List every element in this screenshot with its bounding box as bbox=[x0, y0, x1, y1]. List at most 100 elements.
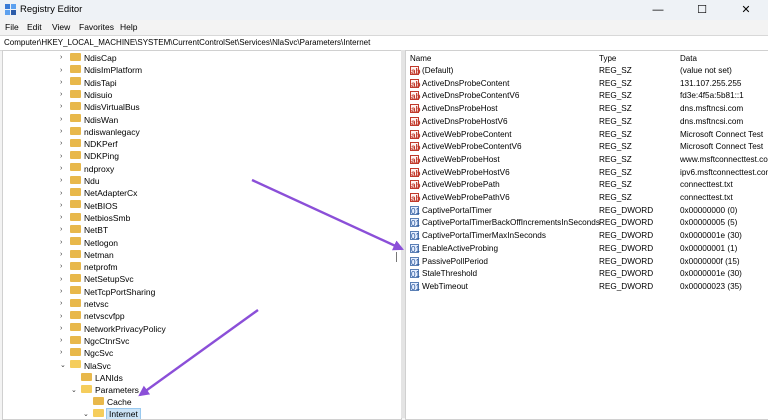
chevron-right-icon[interactable]: › bbox=[60, 288, 69, 295]
column-type[interactable]: Type bbox=[599, 54, 616, 63]
chevron-right-icon[interactable]: › bbox=[60, 116, 69, 123]
maximize-button[interactable]: ☐ bbox=[680, 0, 724, 20]
value-row-default[interactable]: ab (Default) REG_SZ (value not set) bbox=[406, 65, 768, 78]
menu-file[interactable]: File bbox=[5, 22, 19, 32]
value-data: 0x00000005 (5) bbox=[680, 218, 738, 228]
chevron-right-icon[interactable]: › bbox=[60, 128, 69, 135]
value-row-webtimeout[interactable]: 01 WebTimeout REG_DWORD 0x00000023 (35) bbox=[406, 281, 768, 294]
tree-item-ndisuio[interactable]: › Ndisuio bbox=[60, 89, 112, 102]
menu-favorites[interactable]: Favorites bbox=[79, 22, 114, 32]
tree-item-netbios[interactable]: › NetBIOS bbox=[60, 200, 118, 213]
value-row-activednsprobehost[interactable]: ab ActiveDnsProbeHost REG_SZ dns.msftncsi.c… bbox=[406, 103, 768, 116]
chevron-right-icon[interactable]: › bbox=[60, 54, 69, 61]
tree-item-label: Netlogon bbox=[84, 237, 119, 248]
key-tree-pane[interactable]: › NdisCap › NdisImPlatform › NdisTapi › Ndisuio… bbox=[2, 50, 402, 420]
values-list-pane[interactable]: Name Type Data ab (Default) REG_SZ (value n… bbox=[405, 50, 768, 420]
tree-item-netadaptercx[interactable]: › NetAdapterCx bbox=[60, 187, 137, 200]
chevron-right-icon[interactable]: › bbox=[60, 165, 69, 172]
chevron-right-icon[interactable]: › bbox=[60, 313, 69, 320]
tree-item-label: netprofm bbox=[84, 261, 118, 272]
tree-item-ndu[interactable]: › Ndu bbox=[60, 175, 100, 188]
tree-item-netbt[interactable]: › NetBT bbox=[60, 224, 108, 237]
value-row-activednsprobecontent[interactable]: ab ActiveDnsProbeContent REG_SZ 131.107.255… bbox=[406, 78, 768, 91]
tree-item-ndproxy[interactable]: › ndproxy bbox=[60, 163, 114, 176]
folder-icon bbox=[70, 163, 81, 172]
menu-view[interactable]: View bbox=[52, 22, 70, 32]
chevron-right-icon[interactable]: › bbox=[60, 226, 69, 233]
value-row-activednsprobehostv6[interactable]: ab ActiveDnsProbeHostV6 REG_SZ dns.msftncsi… bbox=[406, 116, 768, 129]
tree-item-netlogon[interactable]: › Netlogon bbox=[60, 237, 118, 250]
value-row-activewebprobehost[interactable]: ab ActiveWebProbeHost REG_SZ www.msftconnec… bbox=[406, 154, 768, 167]
tree-item-internet[interactable]: ⌄ Internet bbox=[83, 408, 141, 419]
tree-item-ndiswanlegacy[interactable]: › ndiswanlegacy bbox=[60, 126, 140, 139]
tree-item-label: NetbiosSmb bbox=[84, 212, 131, 223]
address-bar[interactable]: Computer\HKEY_LOCAL_MACHINE\SYSTEM\Curre… bbox=[0, 35, 768, 51]
chevron-right-icon[interactable]: › bbox=[60, 214, 69, 221]
chevron-right-icon[interactable]: › bbox=[60, 263, 69, 270]
chevron-right-icon[interactable]: › bbox=[60, 140, 69, 147]
value-row-activewebprobecontent[interactable]: ab ActiveWebProbeContent REG_SZ Microsoft C… bbox=[406, 129, 768, 142]
value-row-enableactiveprobing[interactable]: 01 EnableActiveProbing REG_DWORD 0x00000001… bbox=[406, 243, 768, 256]
value-row-activednsprobecontentv6[interactable]: ab ActiveDnsProbeContentV6 REG_SZ fd3e:4f5a… bbox=[406, 90, 768, 103]
tree-item-ndkperf[interactable]: › NDKPerf bbox=[60, 138, 118, 151]
tree-item-ngcctnrsvc[interactable]: › NgcCtnrSvc bbox=[60, 335, 129, 348]
value-row-passivepollperiod[interactable]: 01 PassivePollPeriod REG_DWORD 0x0000000f (… bbox=[406, 256, 768, 269]
tree-item-lanids[interactable]: LANIds bbox=[71, 372, 123, 385]
value-row-activewebprobepath[interactable]: ab ActiveWebProbePath REG_SZ connecttest.tx… bbox=[406, 179, 768, 192]
tree-item-ndisvirtualbus[interactable]: › NdisVirtualBus bbox=[60, 101, 140, 114]
chevron-right-icon[interactable]: › bbox=[60, 103, 69, 110]
value-row-captiveportaltimermaxinseconds[interactable]: 01 CaptivePortalTimerMaxInSeconds REG_DWOR… bbox=[406, 230, 768, 243]
value-row-activewebprobepathv6[interactable]: ab ActiveWebProbePathV6 REG_SZ connecttest.… bbox=[406, 192, 768, 205]
chevron-right-icon[interactable]: › bbox=[60, 251, 69, 258]
chevron-right-icon[interactable]: › bbox=[60, 349, 69, 356]
tree-item-ndkping[interactable]: › NDKPing bbox=[60, 150, 119, 163]
chevron-down-icon[interactable]: ⌄ bbox=[83, 410, 92, 418]
chevron-right-icon[interactable]: › bbox=[60, 153, 69, 160]
value-row-activewebprobecontentv6[interactable]: ab ActiveWebProbeContentV6 REG_SZ Microsoft… bbox=[406, 141, 768, 154]
tree-item-netbiossmb[interactable]: › NetbiosSmb bbox=[60, 212, 130, 225]
folder-icon bbox=[70, 323, 81, 332]
menu-help[interactable]: Help bbox=[120, 22, 137, 32]
chevron-down-icon[interactable]: ⌄ bbox=[60, 361, 69, 369]
close-button[interactable]: ✕ bbox=[724, 0, 768, 20]
chevron-right-icon[interactable]: › bbox=[60, 202, 69, 209]
value-row-stalethreshold[interactable]: 01 StaleThreshold REG_DWORD 0x0000001e (30) bbox=[406, 268, 768, 281]
chevron-right-icon[interactable]: › bbox=[60, 337, 69, 344]
value-row-captiveportaltimerbackoffincrementsinseconds[interactable]: 01 CaptivePortalTimerBackOffIncrementsInS… bbox=[406, 217, 768, 230]
column-data[interactable]: Data bbox=[680, 54, 697, 63]
value-row-captiveportaltimer[interactable]: 01 CaptivePortalTimer REG_DWORD 0x00000000 … bbox=[406, 205, 768, 218]
tree-item-netprofm[interactable]: › netprofm bbox=[60, 261, 118, 274]
tree-item-networkprivacypolicy[interactable]: › NetworkPrivacyPolicy bbox=[60, 323, 166, 336]
chevron-right-icon[interactable]: › bbox=[60, 325, 69, 332]
tree-item-ndistapi[interactable]: › NdisTapi bbox=[60, 77, 117, 90]
minimize-button[interactable]: — bbox=[636, 0, 680, 20]
tree-item-ndisimplatform[interactable]: › NdisImPlatform bbox=[60, 64, 142, 77]
value-data: 0x00000023 (35) bbox=[680, 281, 742, 291]
chevron-right-icon[interactable]: › bbox=[60, 91, 69, 98]
chevron-right-icon[interactable]: › bbox=[60, 276, 69, 283]
chevron-right-icon[interactable]: › bbox=[60, 239, 69, 246]
tree-item-cache[interactable]: Cache bbox=[83, 396, 132, 409]
chevron-right-icon[interactable]: › bbox=[60, 190, 69, 197]
tree-item-ndiswan[interactable]: › NdisWan bbox=[60, 114, 118, 127]
column-name[interactable]: Name bbox=[410, 54, 431, 63]
tree-item-netman[interactable]: › Netman bbox=[60, 249, 114, 262]
value-row-activewebprobehostv6[interactable]: ab ActiveWebProbeHostV6 REG_SZ ipv6.msftcon… bbox=[406, 167, 768, 180]
chevron-right-icon[interactable]: › bbox=[60, 300, 69, 307]
menu-edit[interactable]: Edit bbox=[27, 22, 42, 32]
tree-item-netvscvfpp[interactable]: › netvscvfpp bbox=[60, 310, 125, 323]
tree-item-netvsc[interactable]: › netvsc bbox=[60, 298, 109, 311]
tree-item-netsetupsvc[interactable]: › NetSetupSvc bbox=[60, 273, 134, 286]
tree-item-nettcpportsharing[interactable]: › NetTcpPortSharing bbox=[60, 286, 155, 299]
chevron-right-icon[interactable]: › bbox=[60, 79, 69, 86]
tree-item-ndiscap[interactable]: › NdisCap bbox=[60, 52, 117, 65]
chevron-right-icon[interactable]: › bbox=[60, 67, 69, 74]
folder-icon bbox=[70, 347, 81, 356]
tree-item-ngcsvc[interactable]: › NgcSvc bbox=[60, 347, 113, 360]
splitter-grip[interactable] bbox=[396, 252, 397, 262]
value-data: 0x0000000f (15) bbox=[680, 256, 740, 266]
chevron-right-icon[interactable]: › bbox=[60, 177, 69, 184]
tree-item-parameters[interactable]: ⌄ Parameters bbox=[71, 384, 139, 397]
chevron-down-icon[interactable]: ⌄ bbox=[71, 386, 80, 394]
tree-item-nlasvc[interactable]: ⌄ NlaSvc bbox=[60, 360, 111, 373]
